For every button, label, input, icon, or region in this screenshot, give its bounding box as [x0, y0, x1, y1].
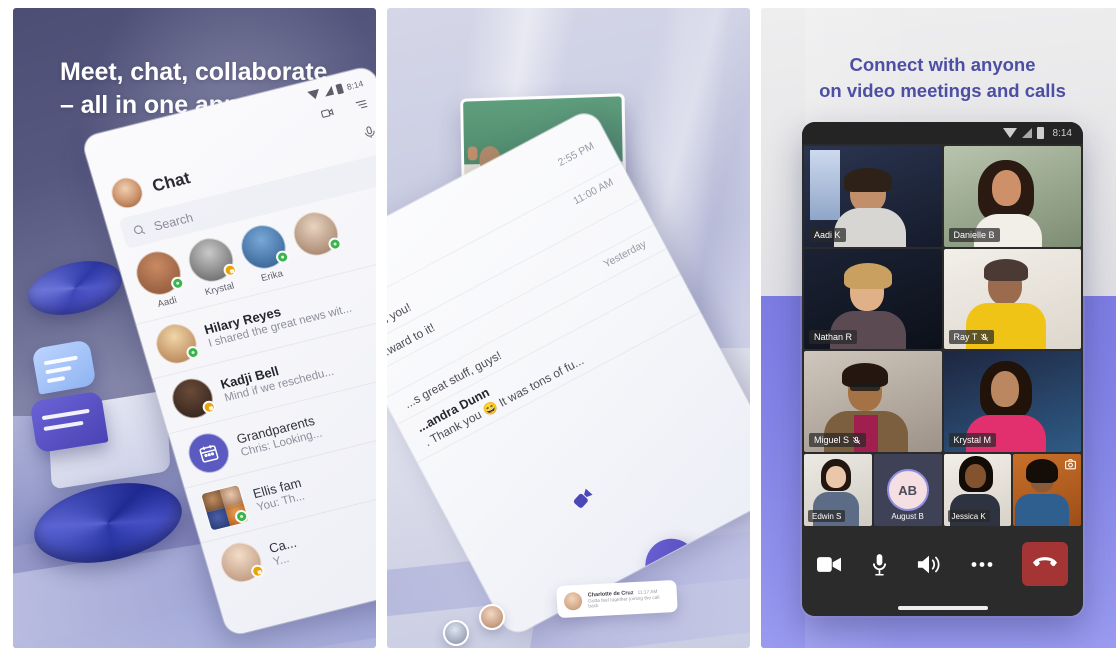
participant-name: Aadi K: [814, 229, 841, 240]
panel-chat: Meet, chat, collaborate – all in one app…: [13, 8, 376, 648]
status-badge: [249, 563, 266, 579]
status-badge: [222, 262, 239, 278]
participant-tile[interactable]: [1013, 454, 1081, 527]
status-badge: [274, 249, 291, 265]
decor-ring-top: [22, 252, 128, 324]
panel-messages: 👏 😂 2:55 PM ...ad! 11:00 AM Miss you! ..…: [387, 8, 750, 648]
participant-label: Danielle B: [948, 227, 1000, 242]
participant-row: Aadi K Danielle B: [804, 146, 1081, 247]
decor-chat-bubble-light: [31, 339, 97, 395]
participant-name: Miguel S: [814, 435, 850, 446]
speaker-button[interactable]: [917, 554, 941, 575]
muted-mic-icon: [852, 436, 861, 444]
notification-toast[interactable]: Charlotte de Cruz 11:17 AM Gotta feel to…: [556, 579, 678, 619]
battery-icon: [335, 82, 345, 94]
signal-icon: [1021, 128, 1032, 138]
list-item[interactable]: Krystal: [182, 233, 243, 300]
avatar: [288, 207, 344, 261]
teams-video-icon[interactable]: [567, 483, 598, 514]
participant-name: August B: [891, 511, 924, 521]
participant-label: Edwin S: [808, 510, 846, 523]
avatar: [130, 246, 187, 300]
phone3-clock: 8:14: [1052, 127, 1072, 139]
panel3-headline-line1: Connect with anyone: [849, 54, 1036, 75]
avatar: [216, 538, 267, 587]
waving-hand: [467, 146, 478, 161]
battery-icon: [1036, 127, 1044, 139]
list-item: Aadi: [156, 294, 179, 310]
muted-mic-icon: [981, 333, 989, 342]
participant-row-small: Edwin S AB August B Jessica K: [804, 454, 1081, 527]
participant-name: Edwin S: [812, 511, 842, 521]
avatar[interactable]: [107, 174, 147, 212]
wifi-icon: [1002, 128, 1017, 138]
more-button[interactable]: [971, 561, 993, 568]
avatar: [199, 483, 251, 532]
participant-tile[interactable]: Krystal M: [943, 351, 1081, 453]
panel-video-call: Connect with anyone on video meetings an…: [761, 8, 1116, 648]
panel3-headline-line2: on video meetings and calls: [819, 79, 1066, 101]
participant-label: Miguel S: [809, 433, 867, 448]
mic-button[interactable]: [871, 553, 888, 576]
list-item[interactable]: [287, 207, 348, 274]
avatar: [235, 220, 292, 274]
avatar: [479, 604, 505, 630]
decor-chat-bubble-dark: [29, 390, 109, 454]
home-indicator: [802, 600, 1083, 616]
participant-tile[interactable]: AB August B: [873, 454, 942, 527]
signal-icon: [323, 85, 335, 97]
phone1-clock: 8:14: [345, 77, 365, 92]
call-controls-bar: [802, 528, 1083, 600]
avatar: [563, 591, 583, 611]
participant-tile[interactable]: Edwin S: [804, 454, 872, 527]
avatar: [443, 620, 469, 646]
camera-off-icon[interactable]: [1064, 458, 1077, 471]
list-item: Erika: [259, 268, 285, 285]
timestamp: 11:17 AM: [637, 589, 658, 596]
participant-tile[interactable]: Nathan R: [804, 248, 942, 350]
participant-tile[interactable]: Danielle B: [943, 146, 1081, 247]
status-badge: [169, 275, 186, 292]
hangup-button[interactable]: [1022, 542, 1068, 586]
avatar: [167, 374, 218, 423]
avatar: [183, 233, 239, 287]
participant-label: Aadi K: [809, 227, 846, 242]
search-icon: [133, 225, 146, 235]
status-badge: [184, 344, 202, 361]
microphone-icon[interactable]: [360, 123, 376, 141]
participant-row: Nathan R Ray T: [804, 248, 1081, 350]
participant-name: Danielle B: [953, 229, 995, 240]
avatar: AB: [886, 469, 929, 512]
participant-grid: Aadi K Danielle B Nathan R Ray T Miguel …: [802, 144, 1083, 528]
page-title: Chat: [149, 167, 193, 196]
panel3-headline: Connect with anyone on video meetings an…: [761, 52, 1116, 103]
list-item: Krystal: [203, 280, 236, 299]
participant-name: Krystal M: [953, 435, 992, 446]
participant-name: Jessica K: [951, 511, 986, 521]
participant-label: Jessica K: [947, 510, 990, 523]
participant-tile[interactable]: Miguel S: [804, 351, 942, 453]
screenshot-gallery: Meet, chat, collaborate – all in one app…: [0, 0, 1116, 656]
participant-label: August B: [874, 510, 942, 522]
list-item[interactable]: Aadi: [130, 246, 191, 313]
status-badge: [326, 236, 344, 252]
participant-name: Nathan R: [814, 332, 853, 343]
participant-label: Krystal M: [948, 433, 997, 448]
participant-label: Ray T: [948, 330, 995, 345]
list-item[interactable]: Erika: [235, 220, 296, 287]
participant-row: Miguel S Krystal M: [804, 351, 1081, 453]
participant-tile[interactable]: Aadi K: [804, 146, 942, 247]
wifi-icon: [307, 88, 322, 101]
camera-button[interactable]: [817, 556, 841, 573]
search-placeholder: Search: [152, 210, 195, 234]
participant-name: Ray T: [953, 332, 978, 343]
calendar-icon: [183, 429, 234, 478]
participant-tile[interactable]: Jessica K: [943, 454, 1012, 527]
participant-label: Nathan R: [809, 330, 858, 345]
participant-tile[interactable]: Ray T: [943, 248, 1081, 350]
panel3-phone-mockup: 8:14 Aadi K Danielle B Nathan R Ray T Mi…: [802, 122, 1083, 616]
status-badge: [201, 399, 218, 416]
phone3-status-bar: 8:14: [802, 122, 1083, 144]
avatar: [151, 319, 202, 368]
